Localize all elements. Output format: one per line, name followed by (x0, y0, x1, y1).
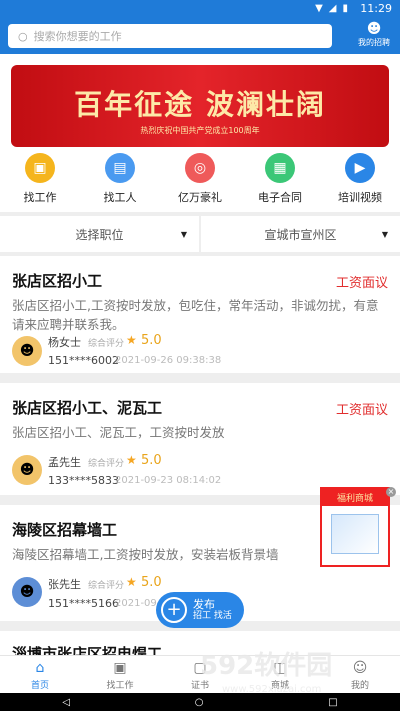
briefcase-icon: ▣ (113, 660, 127, 676)
position-filter[interactable]: 选择职位 ▼ (0, 216, 199, 252)
contact-name: 孟先生 (48, 456, 81, 469)
status-time: 11:29 (360, 2, 392, 15)
banner[interactable]: 百年征途 波澜壮阔 热烈庆祝中国共产党成立100周年 (11, 65, 389, 147)
back-icon[interactable]: ◁ (62, 697, 70, 708)
contact-phone: 133****5833 (48, 474, 119, 487)
battery-icon: ▮ (342, 3, 348, 14)
my-recruit-label: 我的招聘 (358, 38, 390, 47)
contact-name: 杨女士 (48, 336, 81, 349)
nav-label: 电子合同 (258, 191, 302, 204)
nav-item-find-job[interactable]: ▣ 找工作 (0, 151, 80, 207)
nav-label: 找工人 (103, 191, 137, 204)
job-description: 张店区招小工,工资按时发放，包吃住，常年活动，非诚勿扰，有意请来应聘并联系我。 (12, 298, 379, 332)
job-card[interactable]: 张店区招小工、泥瓦工 工资面议 张店区招小工、泥瓦工，工资按时发放 ☻ 孟先生 … (0, 383, 400, 495)
filter-bar: 选择职位 ▼ 宣城市宣州区 ▼ (0, 216, 400, 252)
rating-label: 综合评分 (88, 581, 125, 591)
avatar: ☻ (12, 577, 42, 607)
wifi-icon: ▼ (315, 3, 323, 14)
chevron-down-icon: ▼ (180, 229, 187, 239)
signal-icon: ◢ (328, 3, 337, 14)
post-date: 2021-09-26 09:38:38 (115, 355, 222, 366)
quick-nav: ▣ 找工作 ▤ 找工人 ◎ 亿万豪礼 ▦ 电子合同 ▶ 培训视频 (0, 151, 400, 207)
chevron-down-icon: ▼ (381, 229, 388, 239)
home-icon: ⌂ (35, 660, 45, 676)
rating-score: 5.0 (141, 333, 162, 348)
contact-name: 张先生 (48, 578, 81, 591)
publish-title: 发布 (193, 598, 215, 611)
system-nav-bar: ◁ ○ □ (0, 693, 400, 711)
floating-ad[interactable]: 福利商城 (320, 487, 390, 567)
contact-phone: 151****5166 (48, 597, 119, 610)
avatar: ☻ (12, 336, 42, 366)
header: ○ 搜索你想要的工作 ☻ 我的招聘 (0, 18, 400, 54)
nav-label: 培训视频 (338, 191, 382, 204)
rating-score: 5.0 (141, 453, 162, 468)
post-date: 2021-09-23 08:14:02 (115, 475, 222, 486)
user-icon: ☻ (366, 21, 382, 37)
star-icon: ★ (126, 453, 137, 467)
job-card[interactable]: 张店区招小工 工资面议 张店区招小工,工资按时发放，包吃住，常年活动，非诚勿扰，… (0, 256, 400, 373)
job-title: 淄博市张店区招电焊工 (12, 645, 163, 655)
star-icon: ★ (126, 575, 137, 589)
publish-button[interactable]: + 发布 招工 找活 (156, 592, 244, 628)
video-icon: ▶ (345, 153, 375, 183)
rating-label: 综合评分 (88, 459, 125, 469)
close-icon[interactable]: × (386, 487, 396, 497)
job-wage: 工资面议 (335, 403, 388, 418)
search-input[interactable]: ○ 搜索你想要的工作 (8, 24, 332, 48)
rating-score: 5.0 (141, 575, 162, 590)
star-icon: ★ (126, 333, 137, 347)
status-bar: ▼ ◢ ▮ 11:29 (0, 0, 400, 18)
nav-item-gifts[interactable]: ◎ 亿万豪礼 (160, 151, 240, 207)
job-title: 张店区招小工 (12, 272, 103, 290)
gift-icon: ◎ (185, 153, 215, 183)
nav-item-contract[interactable]: ▦ 电子合同 (240, 151, 320, 207)
my-recruit-button[interactable]: ☻ 我的招聘 (356, 20, 392, 48)
ad-product-image (331, 514, 379, 554)
position-filter-label: 选择职位 (75, 227, 124, 242)
avatar: ☻ (12, 455, 42, 485)
banner-sub-text: 热烈庆祝中国共产党成立100周年 (140, 126, 260, 135)
rating-label: 综合评分 (88, 339, 125, 349)
publish-text: 发布 招工 找活 (193, 598, 232, 622)
location-filter-label: 宣城市宣州区 (264, 227, 337, 242)
tab-home[interactable]: ⌂ 首页 (0, 656, 80, 693)
job-description: 张店区招小工、泥瓦工，工资按时发放 (12, 425, 225, 440)
watermark-logo: 592软件园 (200, 651, 333, 681)
id-card-icon: ▤ (105, 153, 135, 183)
post-date: 2021-09- (115, 598, 161, 609)
nav-item-video[interactable]: ▶ 培训视频 (320, 151, 400, 207)
contract-icon: ▦ (265, 153, 295, 183)
location-filter[interactable]: 宣城市宣州区 ▼ (201, 216, 400, 252)
publish-subtitle: 招工 找活 (193, 611, 232, 621)
job-title: 海陵区招幕墙工 (12, 521, 118, 539)
plus-icon: + (161, 597, 187, 623)
search-placeholder: 搜索你想要的工作 (33, 30, 122, 43)
briefcase-icon: ▣ (25, 153, 55, 183)
recents-icon[interactable]: □ (328, 697, 337, 708)
tab-find-job[interactable]: ▣ 找工作 (80, 656, 160, 693)
status-icons: ▼ ◢ ▮ (315, 3, 348, 14)
job-wage: 工资面议 (335, 276, 388, 291)
job-title: 张店区招小工、泥瓦工 (12, 399, 163, 417)
home-button-icon[interactable]: ○ (195, 697, 204, 708)
search-icon: ○ (18, 29, 28, 43)
contact-phone: 151****6002 (48, 354, 119, 367)
top-section: 百年征途 波澜壮阔 热烈庆祝中国共产党成立100周年 ▣ 找工作 ▤ 找工人 ◎… (0, 54, 400, 212)
tab-label: 首页 (30, 681, 49, 691)
banner-main-text: 百年征途 波澜壮阔 (74, 88, 326, 121)
nav-item-find-worker[interactable]: ▤ 找工人 (80, 151, 160, 207)
tab-label: 找工作 (106, 681, 134, 691)
nav-label: 找工作 (23, 191, 57, 204)
nav-label: 亿万豪礼 (178, 191, 222, 204)
ad-header: 福利商城 (322, 489, 388, 506)
